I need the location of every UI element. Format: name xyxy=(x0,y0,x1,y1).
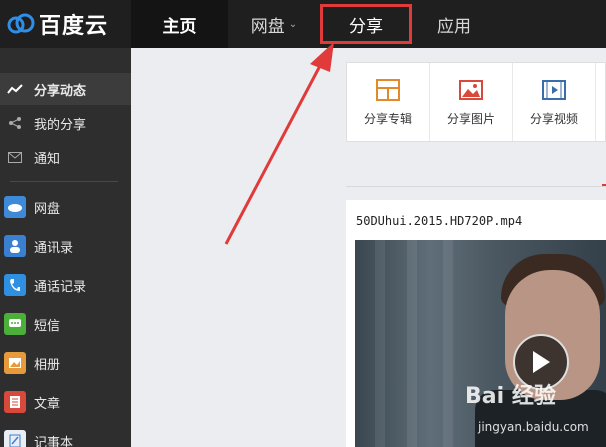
contacts-icon xyxy=(4,235,26,257)
sidebar-item-label: 我的分享 xyxy=(34,117,87,133)
video-thumbnail[interactable] xyxy=(355,240,606,447)
share-video-label: 分享视频 xyxy=(529,111,578,126)
share-image-button[interactable]: 分享图片 xyxy=(430,63,512,141)
sidebar-divider xyxy=(10,181,118,182)
sidebar-item-notice[interactable]: 通知 xyxy=(0,141,131,173)
sidebar: 分享动态 我的分享 通知 网盘 通讯录 通话记录 短信 相册 文章 记事本 xyxy=(0,48,131,447)
sidebar-item-label: 通知 xyxy=(34,151,61,167)
section-divider xyxy=(346,186,606,187)
sidebar-item-album[interactable]: 相册 xyxy=(0,351,131,375)
sidebar-item-share-activity[interactable]: 分享动态 xyxy=(0,73,131,105)
sidebar-item-label: 网盘 xyxy=(34,201,61,217)
sidebar-item-pan[interactable]: 网盘 xyxy=(0,195,131,219)
album-icon xyxy=(375,78,401,102)
phone-icon xyxy=(4,274,26,296)
watermark-brand: Bai 经验 xyxy=(465,384,556,409)
toolbar-divider xyxy=(595,63,596,141)
sms-icon xyxy=(4,313,26,335)
sidebar-item-call-log[interactable]: 通话记录 xyxy=(0,273,131,297)
video-title[interactable]: 50DUhui.2015.HD720P.mp4 xyxy=(356,214,522,228)
logo[interactable]: 百度云 xyxy=(0,0,131,48)
notepad-icon xyxy=(4,430,26,447)
photo-icon xyxy=(4,352,26,374)
background-stripe xyxy=(375,240,385,447)
accent-mark xyxy=(602,184,606,186)
sidebar-item-article[interactable]: 文章 xyxy=(0,390,131,414)
mail-icon xyxy=(4,146,26,168)
top-bar: 百度云 主页 网盘 ⌄ 分享 应用 xyxy=(0,0,606,48)
watermark-url: jingyan.baidu.com xyxy=(478,420,589,434)
share-album-button[interactable]: 分享专辑 xyxy=(347,63,429,141)
sidebar-item-notepad[interactable]: 记事本 xyxy=(0,429,131,447)
nav-pan-label: 网盘 xyxy=(250,16,285,37)
sidebar-item-label: 相册 xyxy=(34,357,61,373)
sidebar-item-label: 文章 xyxy=(34,396,61,412)
nav-pan[interactable]: 网盘 ⌄ xyxy=(228,0,320,48)
logo-text: 百度云 xyxy=(39,14,109,39)
highlight-box xyxy=(320,4,412,44)
sidebar-item-sms[interactable]: 短信 xyxy=(0,312,131,336)
sidebar-item-label: 分享动态 xyxy=(34,83,87,99)
share-video-button[interactable]: 分享视频 xyxy=(513,63,595,141)
play-icon xyxy=(533,351,550,373)
nav-home[interactable]: 主页 xyxy=(131,0,228,48)
background-stripe xyxy=(407,240,417,447)
share-image-label: 分享图片 xyxy=(446,111,495,126)
share-icon xyxy=(4,112,26,134)
sidebar-item-label: 通话记录 xyxy=(34,279,87,295)
image-icon xyxy=(458,78,484,102)
sidebar-item-label: 通讯录 xyxy=(34,240,74,256)
baidu-cloud-logo-icon xyxy=(6,12,36,36)
sidebar-item-my-share[interactable]: 我的分享 xyxy=(0,107,131,139)
article-icon xyxy=(4,391,26,413)
video-icon xyxy=(541,78,567,102)
sidebar-item-label: 短信 xyxy=(34,318,61,334)
activity-icon xyxy=(4,78,26,100)
nav-apps[interactable]: 应用 xyxy=(412,0,496,48)
sidebar-item-label: 记事本 xyxy=(34,435,74,447)
background-stripe xyxy=(443,240,453,447)
cloud-icon xyxy=(4,196,26,218)
sidebar-item-contacts[interactable]: 通讯录 xyxy=(0,234,131,258)
share-album-label: 分享专辑 xyxy=(363,111,412,126)
share-toolbar: 分享专辑 分享图片 分享视频 xyxy=(346,62,606,142)
chevron-down-icon: ⌄ xyxy=(288,18,298,30)
